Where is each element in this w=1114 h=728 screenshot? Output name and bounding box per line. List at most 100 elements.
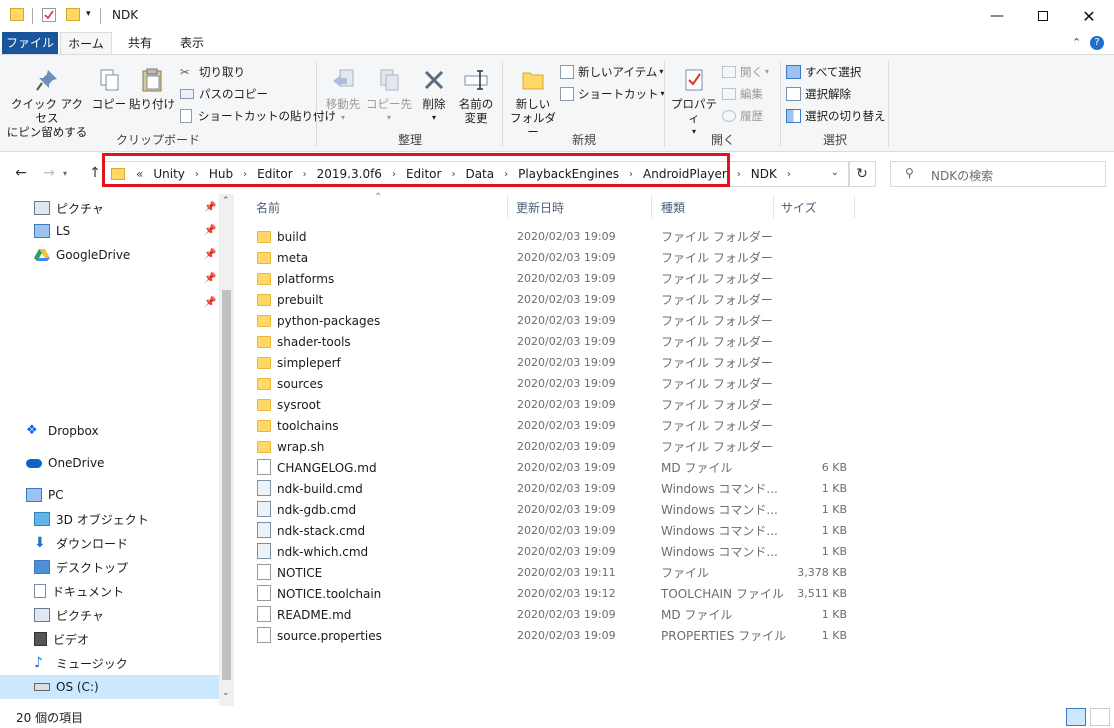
address-history-dropdown[interactable]: ⌄ (831, 167, 839, 178)
select-none-button[interactable]: 選択解除 (786, 83, 851, 104)
column-header-name[interactable]: 名前 (256, 194, 506, 220)
paste-button[interactable]: 貼り付け (128, 67, 176, 111)
nav-item-ls[interactable]: LS (0, 219, 220, 243)
column-header-date[interactable]: 更新日時 (516, 194, 656, 220)
pin-quick-access-button[interactable]: クイック アクセス にピン留めする (6, 67, 88, 139)
copy-to-button[interactable]: コピー先 ▾ (366, 67, 412, 125)
tab-share[interactable]: 共有 (118, 32, 162, 54)
nav-item-dropbox[interactable]: ❖ Dropbox (0, 419, 220, 443)
select-none-icon (786, 86, 801, 101)
file-row[interactable]: ndk-stack.cmd 2020/02/03 19:09 Windows コマン… (252, 520, 852, 541)
file-row[interactable]: README.md 2020/02/03 19:09 MD ファイル 1 KB (252, 604, 852, 625)
file-row[interactable]: sysroot 2020/02/03 19:09 ファイル フォルダー (252, 394, 852, 415)
properties-button[interactable]: プロパティ ▾ (668, 67, 720, 139)
back-button[interactable]: ← (10, 163, 32, 183)
help-icon[interactable]: ? (1090, 36, 1104, 50)
file-row[interactable]: simpleperf 2020/02/03 19:09 ファイル フォルダー (252, 352, 852, 373)
nav-scrollbar[interactable]: ⌃ ⌄ (219, 194, 234, 706)
file-row[interactable]: ndk-which.cmd 2020/02/03 19:09 Windows コマン… (252, 541, 852, 562)
minimize-button[interactable]: — (974, 0, 1020, 32)
maximize-button[interactable] (1020, 0, 1066, 32)
file-row[interactable]: python-packages 2020/02/03 19:09 ファイル フォルダ… (252, 310, 852, 331)
file-row[interactable]: toolchains 2020/02/03 19:09 ファイル フォルダー (252, 415, 852, 436)
open-button[interactable]: 開く ▾ (722, 61, 769, 82)
cut-button[interactable]: ✂ 切り取り (180, 61, 245, 82)
collapse-ribbon-icon[interactable]: ⌃ (1072, 36, 1081, 49)
recent-locations-button[interactable]: ▾ (58, 163, 72, 183)
scroll-thumb[interactable] (222, 290, 231, 680)
tab-view[interactable]: 表示 (170, 32, 214, 54)
paste-label: 貼り付け (129, 97, 175, 111)
search-box[interactable]: ⚲ NDKの検索 (890, 161, 1106, 187)
chevron-right-icon[interactable]: › (782, 169, 796, 180)
select-all-button[interactable]: すべて選択 (786, 61, 861, 82)
invert-selection-button[interactable]: 選択の切り替え (786, 105, 886, 126)
pin-icon[interactable]: 📌 (204, 297, 216, 308)
nav-item-pc[interactable]: PC (0, 483, 220, 507)
nav-item-os-drive[interactable]: OS (C:) (0, 675, 220, 699)
column-divider[interactable] (651, 196, 652, 218)
documents-icon (34, 584, 46, 598)
file-row[interactable]: wrap.sh 2020/02/03 19:09 ファイル フォルダー (252, 436, 852, 457)
nav-item-onedrive[interactable]: OneDrive (0, 451, 220, 475)
large-icons-view-icon[interactable] (1090, 708, 1110, 726)
nav-item-3d-objects[interactable]: 3D オブジェクト (0, 507, 220, 531)
file-name: python-packages (277, 313, 381, 328)
chevron-down-icon: ▾ (386, 113, 391, 122)
easy-access-button[interactable]: ショートカット ▾ (560, 83, 665, 104)
pin-icon[interactable]: 📌 (204, 273, 216, 284)
file-row[interactable]: ndk-gdb.cmd 2020/02/03 19:09 Windows コマンド.… (252, 499, 852, 520)
nav-item-pictures-pc[interactable]: ピクチャ (0, 603, 220, 627)
edit-button[interactable]: 編集 (722, 83, 763, 104)
copy-path-button[interactable]: パスのコピー (180, 83, 268, 104)
customize-quick-access-icon[interactable]: ▾ (86, 9, 91, 19)
column-divider[interactable] (854, 196, 855, 218)
file-row[interactable]: source.properties 2020/02/03 19:09 PROPERT… (252, 625, 852, 646)
chevron-right-icon[interactable]: › (732, 169, 746, 180)
scroll-down-icon[interactable]: ⌄ (222, 688, 230, 698)
close-button[interactable]: ✕ (1066, 0, 1112, 32)
file-row[interactable]: meta 2020/02/03 19:09 ファイル フォルダー (252, 247, 852, 268)
column-header-type[interactable]: 種類 (661, 194, 771, 220)
file-row[interactable]: NOTICE.toolchain 2020/02/03 19:12 TOOLCHAI… (252, 583, 852, 604)
search-input[interactable]: NDKの検索 (931, 167, 993, 184)
file-row[interactable]: CHANGELOG.md 2020/02/03 19:09 MD ファイル 6 KB (252, 457, 852, 478)
file-row[interactable]: sources 2020/02/03 19:09 ファイル フォルダー (252, 373, 852, 394)
move-to-button[interactable]: 移動先 ▾ (320, 67, 366, 125)
tab-file[interactable]: ファイル (2, 32, 58, 54)
paste-shortcut-button[interactable]: ショートカットの貼り付け (180, 105, 336, 126)
nav-item-documents[interactable]: ドキュメント (0, 579, 220, 603)
pin-icon[interactable]: 📌 (204, 249, 216, 260)
nav-item-desktop[interactable]: デスクトップ (0, 555, 220, 579)
history-button[interactable]: 履歴 (722, 105, 763, 126)
pin-icon[interactable]: 📌 (204, 202, 216, 213)
properties-quick-icon[interactable] (42, 8, 56, 22)
nav-item-googledrive[interactable]: GoogleDrive (0, 243, 220, 267)
file-row[interactable]: platforms 2020/02/03 19:09 ファイル フォルダー (252, 268, 852, 289)
nav-item-music[interactable]: ♪ ミュージック (0, 651, 220, 675)
new-folder-button[interactable]: 新しい フォルダー (508, 67, 558, 139)
file-row[interactable]: shader-tools 2020/02/03 19:09 ファイル フォルダー (252, 331, 852, 352)
rename-button[interactable]: 名前の 変更 (454, 67, 498, 125)
nav-item-videos[interactable]: ビデオ (0, 627, 220, 651)
copy-button[interactable]: コピー (90, 67, 128, 111)
column-divider[interactable] (507, 196, 508, 218)
file-row[interactable]: ndk-build.cmd 2020/02/03 19:09 Windows コマン… (252, 478, 852, 499)
scroll-up-icon[interactable]: ⌃ (222, 196, 230, 206)
file-row[interactable]: NOTICE 2020/02/03 19:11 ファイル 3,378 KB (252, 562, 852, 583)
column-header-size[interactable]: サイズ (781, 194, 851, 220)
details-view-icon[interactable] (1066, 708, 1086, 726)
breadcrumb-item[interactable]: NDK (746, 167, 782, 181)
nav-item-pictures[interactable]: ピクチャ (0, 196, 220, 220)
pin-icon[interactable]: 📌 (204, 225, 216, 236)
column-divider[interactable] (773, 196, 774, 218)
forward-button[interactable]: → (38, 163, 60, 183)
tab-home[interactable]: ホーム (60, 32, 112, 54)
file-row[interactable]: build 2020/02/03 19:09 ファイル フォルダー (252, 226, 852, 247)
file-row[interactable]: prebuilt 2020/02/03 19:09 ファイル フォルダー (252, 289, 852, 310)
nav-item-downloads[interactable]: ⬇ ダウンロード (0, 531, 220, 555)
refresh-button[interactable]: ↻ (848, 161, 876, 187)
delete-button[interactable]: 削除 ▾ (416, 67, 452, 125)
new-item-button[interactable]: 新しいアイテム ▾ (560, 61, 663, 82)
new-folder-quick-icon[interactable] (66, 8, 80, 21)
